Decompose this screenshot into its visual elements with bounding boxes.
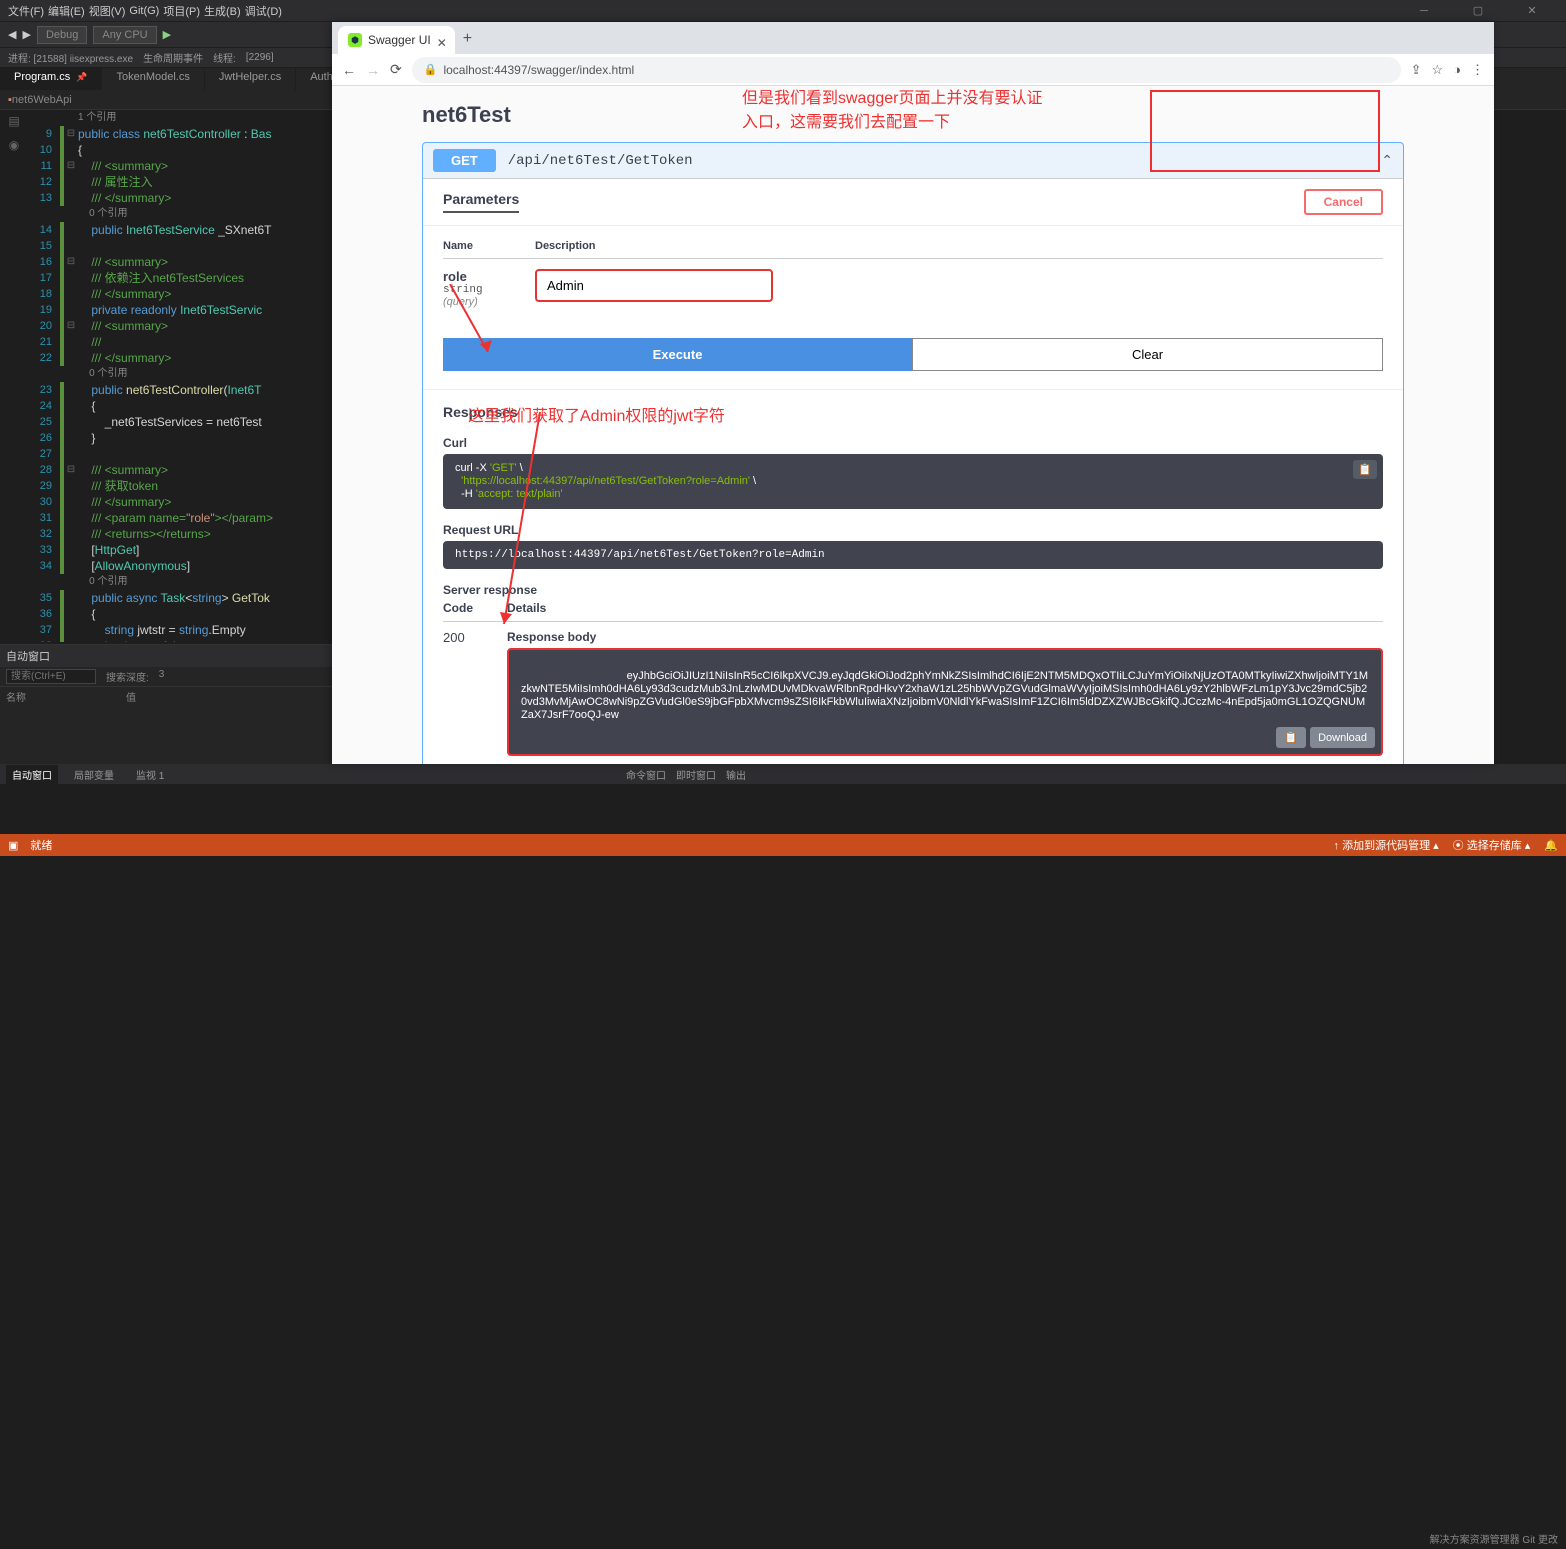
tab-autos[interactable]: 自动窗口 (6, 765, 58, 784)
tab-watch[interactable]: 监视 1 (130, 765, 170, 784)
status-ready: 就绪 (30, 837, 52, 853)
lifecycle-label: 生命周期事件 (143, 50, 203, 65)
gutter-icon[interactable]: ▤ (5, 114, 23, 132)
output-tabs: 命令窗口 即时窗口 输出 解决方案资源管理器 Git 更改 (620, 764, 1566, 784)
nav-back-icon[interactable]: ◀ (8, 28, 16, 41)
tab-immediate[interactable]: 即时窗口 (676, 767, 716, 782)
response-body-block: eyJhbGciOiJIUzI1NiIsInR5cCI6IkpXVCJ9.eyJ… (507, 648, 1383, 756)
share-icon[interactable]: ⇪ (1411, 62, 1422, 78)
bookmark-icon[interactable]: ☆ (1431, 62, 1443, 78)
params-title: Parameters (443, 191, 519, 213)
chevron-up-icon[interactable]: ⌃ (1381, 152, 1393, 169)
th-details: Details (507, 601, 546, 615)
swagger-favicon-icon: ⬢ (348, 33, 362, 47)
address-bar: ← → ⟳ 🔒 localhost:44397/swagger/index.ht… (332, 54, 1494, 86)
operation-block: GET /api/net6Test/GetToken ⌃ Parameters … (422, 142, 1404, 764)
th-desc: Description (535, 240, 596, 252)
nav-fwd-icon[interactable]: ▶ (22, 28, 30, 41)
status-bar: ▣ 就绪 ↑ 添加到源代码管理 ▴ ⦿ 选择存储库 ▴ 🔔 (0, 834, 1566, 856)
source-control[interactable]: ↑ 添加到源代码管理 ▴ (1334, 837, 1439, 853)
config-anycpu[interactable]: Any CPU (93, 26, 156, 44)
copy-curl-button[interactable]: 📋 (1353, 460, 1377, 479)
menu-debug[interactable]: 调试(D) (245, 3, 282, 19)
tab-cmd[interactable]: 命令窗口 (626, 767, 666, 782)
window-maximize-icon[interactable]: ▢ (1458, 4, 1498, 17)
url-input[interactable]: 🔒 localhost:44397/swagger/index.html (412, 57, 1401, 83)
url-text: localhost:44397/swagger/index.html (443, 63, 634, 77)
autos-search[interactable] (6, 669, 96, 684)
swagger-page: net6Test GET /api/net6Test/GetToken ⌃ Pa… (332, 86, 1494, 764)
menu-git[interactable]: Git(G) (129, 5, 159, 17)
req-url-block: https://localhost:44397/api/net6Test/Get… (443, 541, 1383, 569)
copy-body-button[interactable]: 📋 (1276, 727, 1306, 748)
menu-icon[interactable]: ⋮ (1471, 62, 1484, 78)
right-panels[interactable]: 解决方案资源管理器 Git 更改 (1422, 1528, 1566, 1549)
process-label: 进程: [21588] iisexpress.exe (8, 50, 133, 65)
th-name: Name (443, 240, 535, 252)
code-editor[interactable]: 1 个引用 9⊟public class net6TestController … (28, 110, 332, 642)
tab-output[interactable]: 输出 (726, 767, 746, 782)
req-url-label: Request URL (443, 523, 1383, 537)
page-title: net6Test (422, 102, 1404, 128)
tab-program[interactable]: Program.cs📌 (0, 68, 102, 90)
gutter-icon[interactable]: ◉ (5, 138, 23, 156)
window-minimize-icon[interactable]: ─ (1404, 5, 1444, 17)
bell-icon[interactable]: 🔔 (1544, 839, 1558, 852)
autos-title: 自动窗口 (0, 645, 332, 667)
tab-title: Swagger UI (368, 33, 431, 47)
th-code: Code (443, 601, 507, 615)
repo-select[interactable]: ⦿ 选择存储库 ▴ (1453, 837, 1531, 853)
op-path: /api/net6Test/GetToken (508, 153, 693, 169)
curl-label: Curl (443, 436, 1383, 450)
menu-project[interactable]: 项目(P) (163, 3, 200, 19)
nav-forward-icon[interactable]: → (366, 62, 380, 78)
window-close-icon[interactable]: ✕ (1512, 4, 1552, 17)
side-gutter: ▤ ◉ (0, 110, 28, 642)
param-input-role[interactable] (535, 269, 773, 302)
param-type: string (443, 284, 535, 296)
clear-button[interactable]: Clear (912, 338, 1383, 371)
body-label: Response body (507, 630, 1383, 644)
tab-tokenmodel[interactable]: TokenModel.cs (102, 68, 204, 90)
status-icon: ▣ (8, 839, 18, 852)
param-in: (query) (443, 296, 535, 308)
nav-back-icon[interactable]: ← (342, 62, 356, 78)
tab-jwthelper[interactable]: JwtHelper.cs (205, 68, 296, 90)
autos-tabs: 自动窗口 局部变量 监视 1 (0, 764, 620, 784)
lock-icon: 🔒 (424, 63, 438, 76)
status-code: 200 (443, 630, 507, 764)
operation-header[interactable]: GET /api/net6Test/GetToken ⌃ (423, 143, 1403, 178)
download-button[interactable]: Download (1310, 727, 1375, 748)
menu-file[interactable]: 文件(F) (8, 3, 44, 19)
http-method-badge: GET (433, 149, 496, 172)
browser-tabstrip: ⬢ Swagger UI ✕ + (332, 22, 1494, 54)
thread-id: [2296] (246, 52, 274, 63)
cancel-button[interactable]: Cancel (1304, 189, 1383, 215)
profile-icon[interactable]: ◑ (1453, 62, 1461, 77)
autos-panel: 自动窗口 搜索深度: 3 名称值 (0, 644, 332, 764)
new-tab-icon[interactable]: + (463, 30, 472, 54)
browser-window: ⬢ Swagger UI ✕ + ← → ⟳ 🔒 localhost:44397… (332, 22, 1494, 764)
param-name: role (443, 269, 467, 284)
vs-menu-bar: 文件(F) 编辑(E) 视图(V) Git(G) 项目(P) 生成(B) 调试(… (0, 0, 1566, 22)
execute-button[interactable]: Execute (443, 338, 912, 371)
tab-locals[interactable]: 局部变量 (68, 765, 120, 784)
browser-tab-swagger[interactable]: ⬢ Swagger UI ✕ (338, 26, 455, 54)
menu-build[interactable]: 生成(B) (204, 3, 241, 19)
continue-icon[interactable]: ▶ (163, 28, 171, 41)
config-debug[interactable]: Debug (37, 26, 87, 44)
reload-icon[interactable]: ⟳ (390, 61, 402, 78)
server-resp-label: Server response (443, 583, 1383, 597)
menu-edit[interactable]: 编辑(E) (48, 3, 85, 19)
responses-title: Responses (443, 404, 1383, 420)
thread-label: 线程: (213, 50, 236, 65)
menu-view[interactable]: 视图(V) (89, 3, 126, 19)
tab-close-icon[interactable]: ✕ (437, 36, 445, 44)
curl-block: curl -X 'GET' \ 'https://localhost:44397… (443, 454, 1383, 509)
